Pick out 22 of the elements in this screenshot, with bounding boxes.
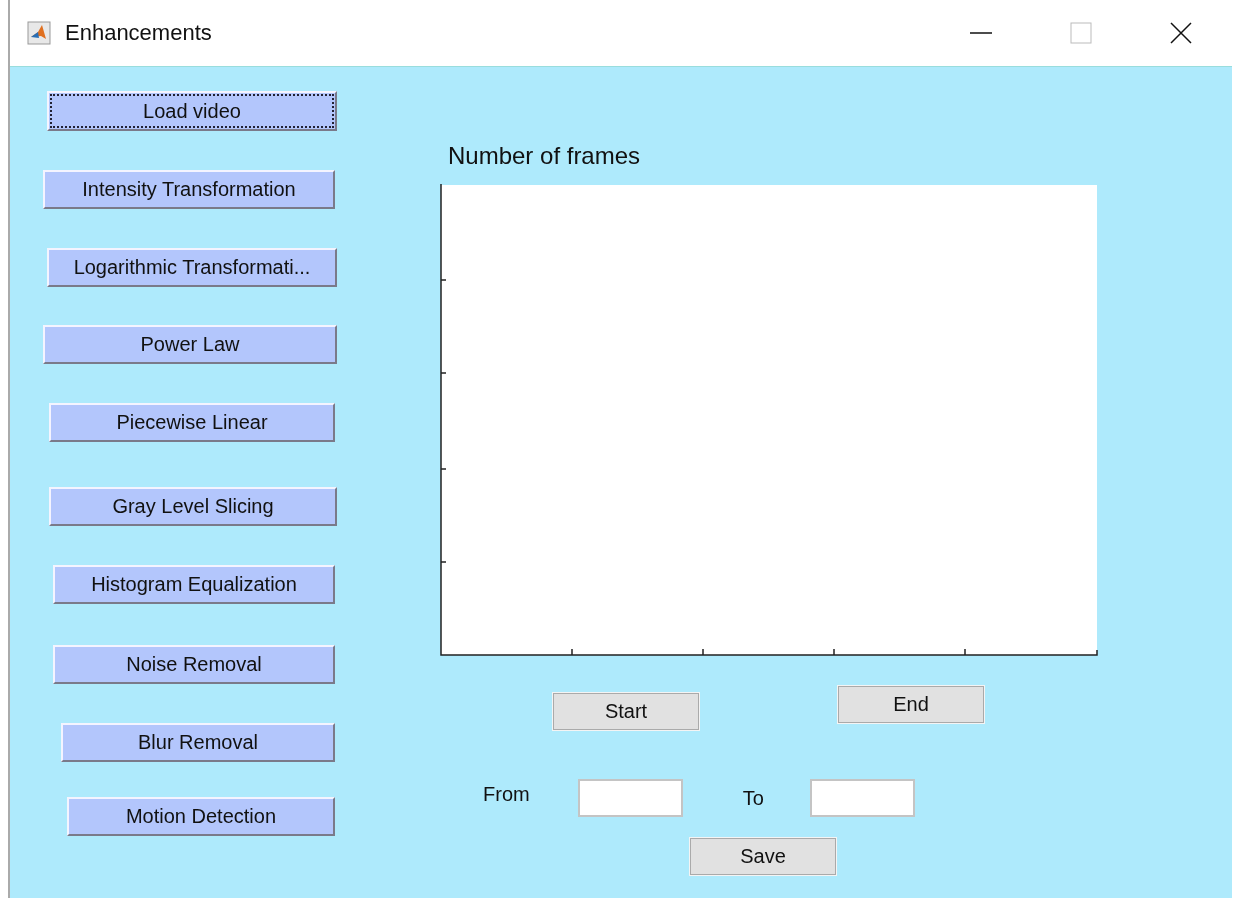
from-label: From (483, 782, 530, 806)
action-button[interactable]: Load video (47, 91, 337, 131)
start-button[interactable]: Start (552, 692, 700, 731)
plot-title: Number of frames (448, 142, 642, 170)
action-button[interactable]: Motion Detection (67, 797, 335, 836)
action-button[interactable]: Piecewise Linear (49, 403, 335, 442)
from-field[interactable] (577, 779, 683, 817)
app-icon (27, 21, 51, 45)
action-button[interactable]: Logarithmic Transformati... (47, 248, 337, 287)
action-button[interactable]: Intensity Transformation (43, 170, 335, 209)
close-icon[interactable] (1170, 22, 1192, 44)
action-button[interactable]: Gray Level Slicing (49, 487, 337, 526)
save-button[interactable]: Save (689, 837, 837, 876)
window-title: Enhancements (65, 20, 212, 46)
to-label: To (742, 786, 764, 810)
to-field[interactable] (809, 779, 915, 817)
action-button[interactable]: Histogram Equalization (53, 565, 335, 604)
action-button[interactable]: Noise Removal (53, 645, 335, 684)
action-button[interactable]: Blur Removal (61, 723, 335, 762)
maximize-icon[interactable] (1070, 22, 1092, 44)
action-button[interactable]: Power Law (43, 325, 337, 364)
end-button[interactable]: End (837, 685, 985, 724)
